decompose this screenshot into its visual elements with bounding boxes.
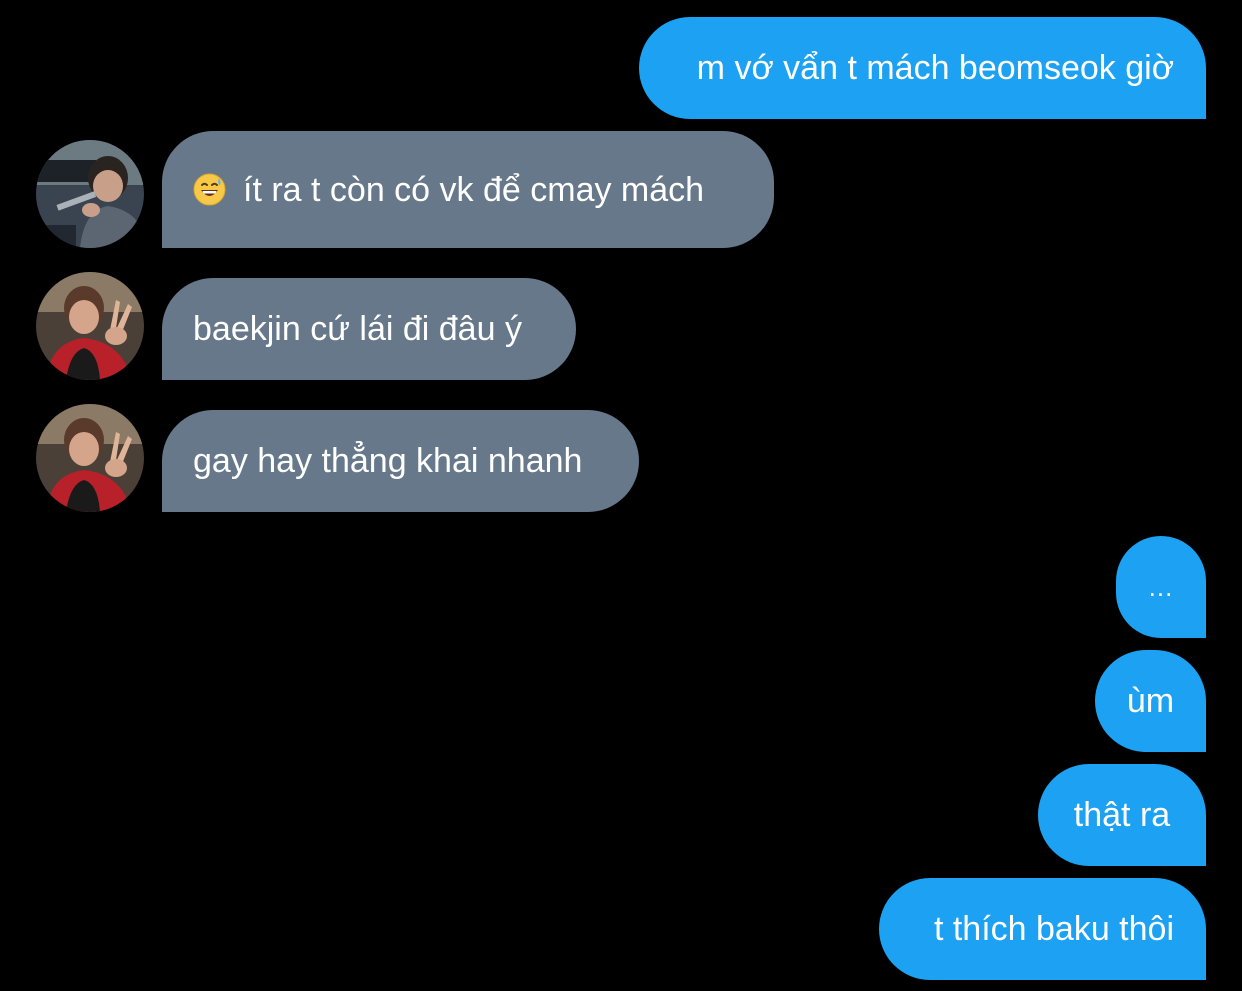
avatar-photo-icon [36, 404, 144, 512]
message-text: ùm [1126, 682, 1175, 720]
grinning-sweat-emoji-icon [193, 173, 226, 206]
message-text: t thích baku thôi [933, 910, 1174, 948]
message-text: ... [1148, 572, 1174, 602]
contact-avatar[interactable] [36, 404, 144, 512]
message-text: gay hay thẳng khai nhanh [193, 442, 583, 480]
contact-avatar[interactable] [36, 140, 144, 248]
sent-message-bubble[interactable]: t thích baku thôi [879, 878, 1206, 980]
sent-message-bubble[interactable]: ... [1116, 536, 1206, 638]
sent-message-bubble[interactable]: ùm [1095, 650, 1206, 752]
message-text: ít ra t còn có vk để cmay mách [243, 170, 705, 209]
received-message-bubble[interactable]: baekjin cứ lái đi đâu ý [162, 278, 576, 380]
received-message-bubble[interactable]: ít ra t còn có vk để cmay mách [162, 131, 774, 248]
received-message-bubble[interactable]: gay hay thẳng khai nhanh [162, 410, 639, 512]
sent-message-bubble[interactable]: thật ra [1038, 764, 1206, 866]
message-text: thật ra [1073, 796, 1171, 834]
contact-avatar[interactable] [36, 272, 144, 380]
avatar-photo-icon [36, 272, 144, 380]
message-text: m vớ vẩn t mách beomseok giờ [696, 49, 1174, 87]
avatar-photo-icon [36, 140, 144, 248]
sent-message-bubble[interactable]: m vớ vẩn t mách beomseok giờ [639, 17, 1206, 119]
message-text: baekjin cứ lái đi đâu ý [193, 310, 522, 348]
